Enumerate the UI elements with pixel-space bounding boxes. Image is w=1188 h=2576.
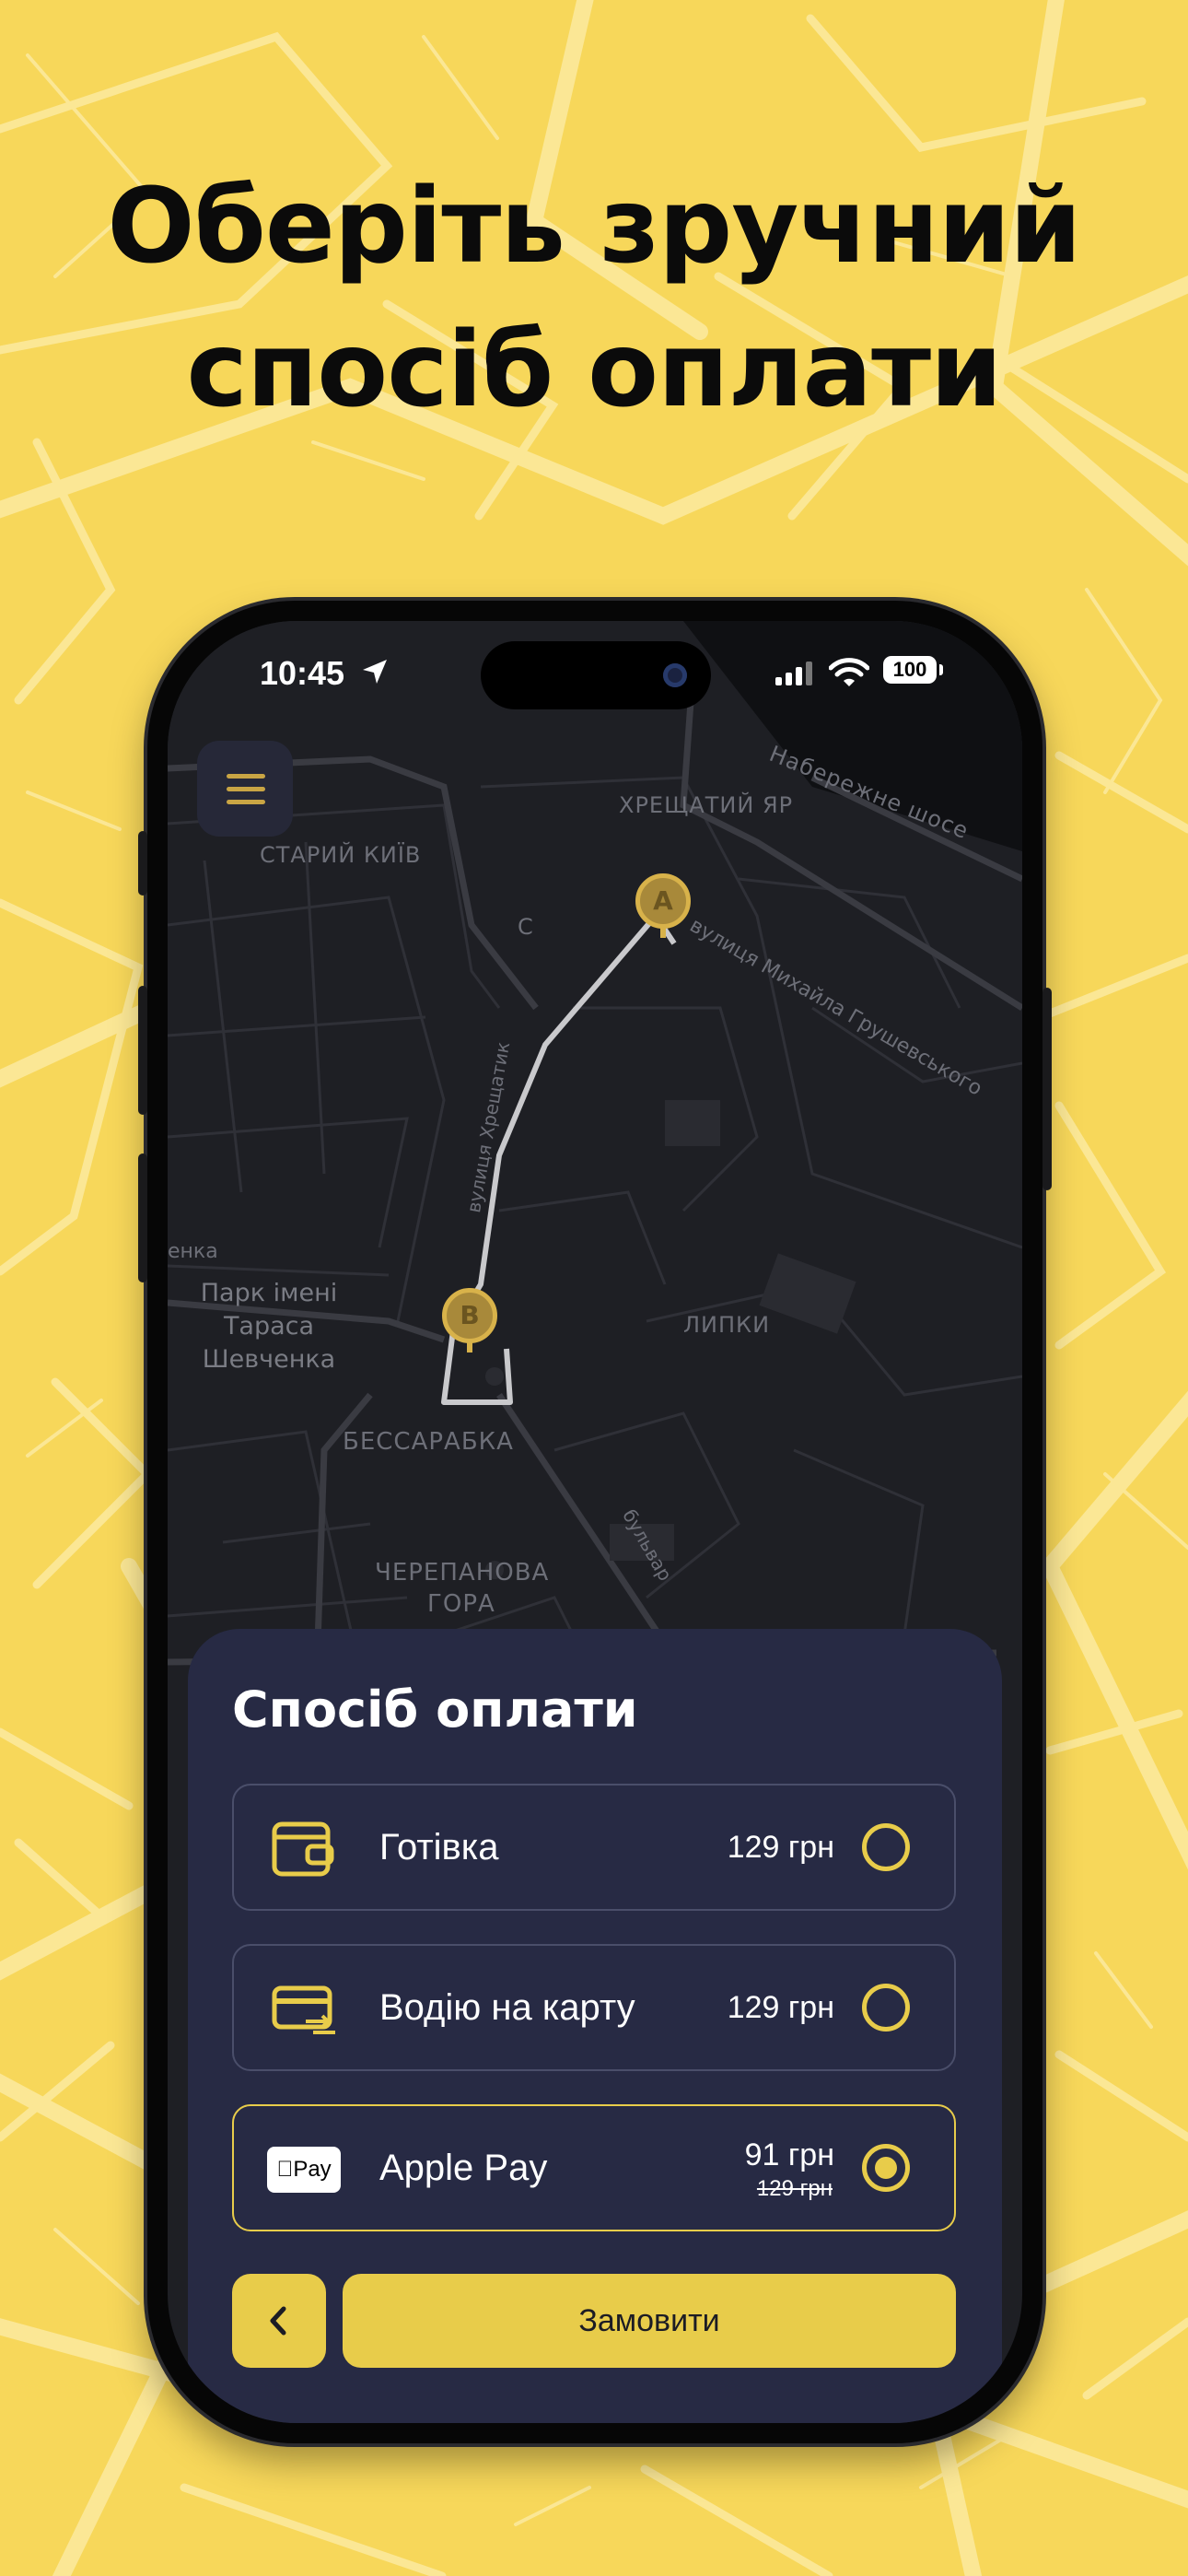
battery-indicator: 100 <box>883 656 937 684</box>
battery-tip <box>939 664 943 675</box>
map-label-park: Парк імені Тараса Шевченка <box>177 1277 361 1376</box>
volume-down-button <box>138 1153 147 1282</box>
apple-pay-badge-text: Pay <box>285 2157 331 2182</box>
map-label-cherepanova: ЧЕРЕПАНОВА <box>375 1559 550 1587</box>
headline: Оберіть зручний спосіб оплати <box>0 155 1188 442</box>
pin-b-marker[interactable]: B <box>442 1288 497 1343</box>
action-button <box>138 831 147 896</box>
headline-line-2: спосіб оплати <box>186 310 1002 430</box>
radio-cash[interactable] <box>862 1823 910 1871</box>
dynamic-island <box>481 641 711 709</box>
park-line-1: Парк імені <box>200 1279 338 1307</box>
card-transfer-icon <box>272 1985 335 2034</box>
back-button[interactable] <box>232 2274 326 2368</box>
camera-icon <box>663 663 687 687</box>
wallet-icon <box>272 1821 334 1877</box>
payment-option-price: 91 грн <box>744 2137 834 2172</box>
menu-button[interactable] <box>197 741 293 837</box>
map-label-staryi-kyiv: СТАРИЙ КИЇВ <box>260 842 422 868</box>
power-button <box>1042 988 1052 1190</box>
payment-option-price: 129 грн <box>727 1830 834 1865</box>
pin-a-marker[interactable]: A <box>635 873 691 929</box>
radio-card-to-driver[interactable] <box>862 1984 910 2032</box>
payment-option-label: Водію на карту <box>379 1987 635 2028</box>
wifi-icon <box>829 658 869 686</box>
volume-up-button <box>138 986 147 1115</box>
cellular-signal-icon <box>775 662 812 685</box>
payment-title: Спосіб оплати <box>232 1680 638 1739</box>
status-bar: 10:45 100 <box>168 621 1022 722</box>
payment-option-apple-pay[interactable]: Pay Apple Pay 91 грн 129 грн <box>232 2104 956 2231</box>
phone-frame: Набережне шосе ХРЕЩАТИЙ ЯР СТАРИЙ КИЇВ С… <box>138 601 1052 2443</box>
park-line-2: Тараса <box>223 1312 315 1341</box>
map-label-hora: ГОРА <box>427 1590 495 1618</box>
payment-option-card-to-driver[interactable]: Водію на карту 129 грн <box>232 1944 956 2071</box>
status-time: 10:45 <box>260 654 345 692</box>
headline-line-1: Оберіть зручний <box>107 167 1081 287</box>
payment-option-label: Apple Pay <box>379 2148 548 2188</box>
map-label-enka: енка <box>168 1240 218 1263</box>
payment-option-cash[interactable]: Готівка 129 грн <box>232 1784 956 1911</box>
payment-sheet: Спосіб оплати Готівка 129 грн Водію на к… <box>188 1629 1002 2423</box>
radio-apple-pay[interactable] <box>862 2144 910 2192</box>
apple-pay-icon: Pay <box>267 2147 341 2193</box>
map-label-c: С <box>518 914 534 940</box>
location-arrow-icon <box>363 660 387 684</box>
phone-screen: Набережне шосе ХРЕЩАТИЙ ЯР СТАРИЙ КИЇВ С… <box>168 621 1022 2423</box>
payment-option-label: Готівка <box>379 1827 499 1868</box>
chevron-left-icon <box>270 2306 286 2336</box>
map-label-khreshchatyi-yar: ХРЕЩАТИЙ ЯР <box>619 792 794 818</box>
apple-logo-icon:  <box>276 2157 293 2182</box>
map-view[interactable] <box>168 621 1022 1727</box>
map-label-lypky: ЛИПКИ <box>683 1312 771 1338</box>
map-label-bessarabka: БЕССАРАБКА <box>343 1428 514 1456</box>
payment-option-price: 129 грн <box>727 1990 834 2025</box>
order-button[interactable]: Замовити <box>343 2274 956 2368</box>
park-line-3: Шевченка <box>202 1345 336 1374</box>
payment-option-old-price: 129 грн <box>756 2176 833 2201</box>
